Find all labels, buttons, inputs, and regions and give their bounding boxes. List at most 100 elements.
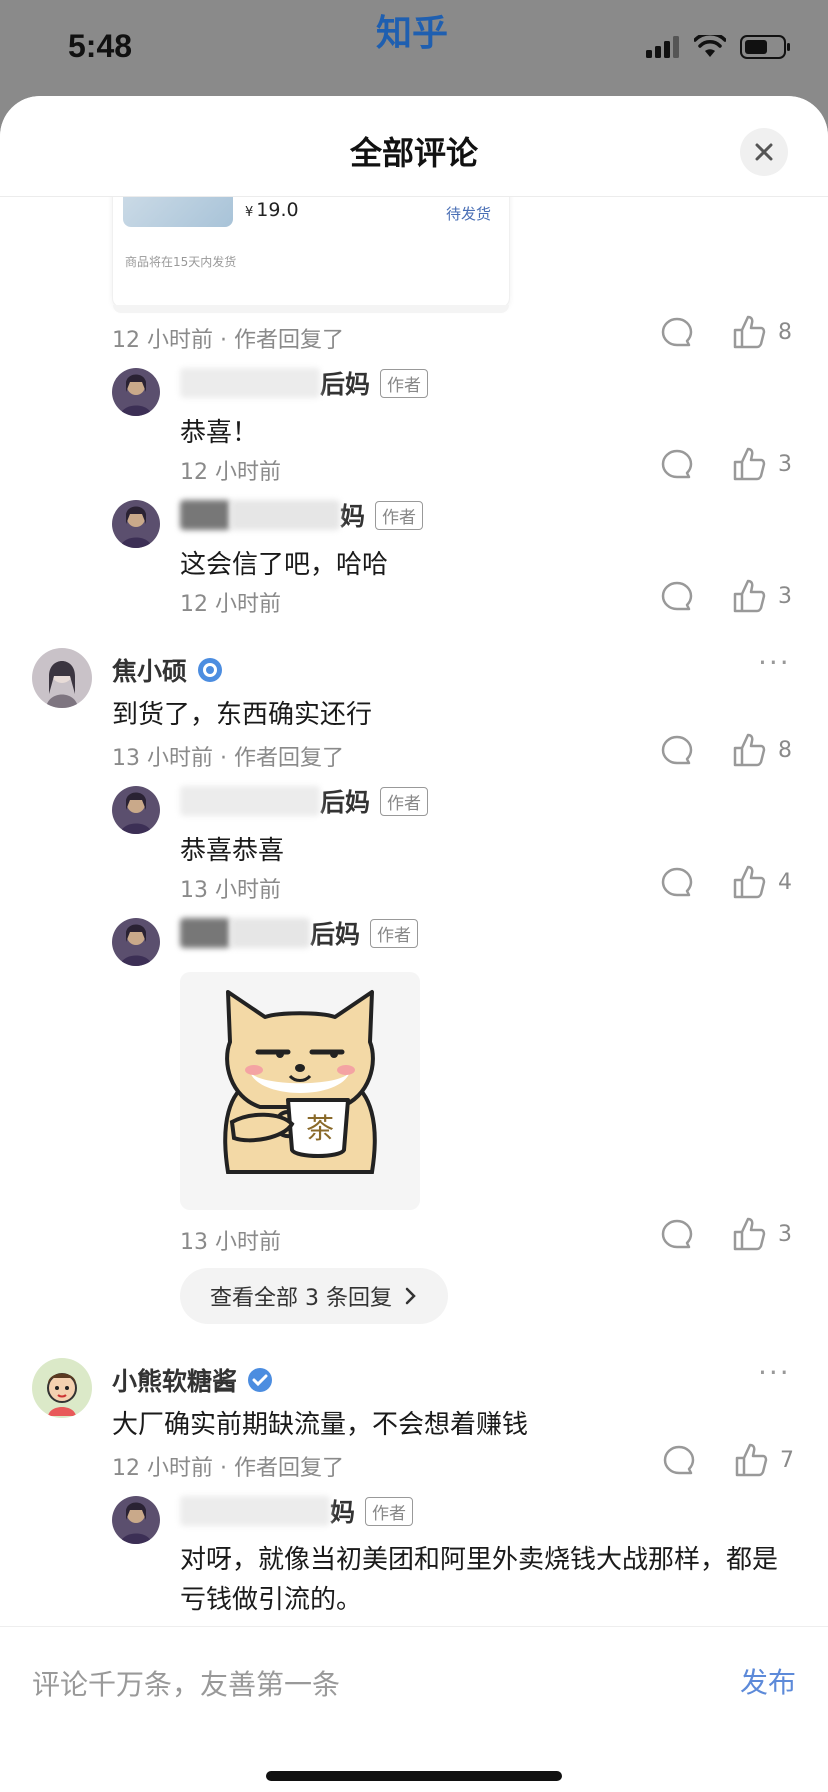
thumbs-up-icon	[733, 865, 766, 899]
thumbs-up-icon	[735, 1443, 768, 1477]
verified-badge-icon	[248, 1368, 273, 1392]
comment-bubble-icon	[663, 1445, 695, 1475]
reply-button[interactable]	[660, 316, 694, 350]
comment-input[interactable]: 评论千万条，友善第一条	[32, 1663, 340, 1703]
system-icons	[646, 34, 792, 60]
like-count: 3	[778, 1221, 792, 1247]
reply-author[interactable]: 妈 作者	[180, 1494, 414, 1528]
like-button[interactable]: 3	[732, 1216, 792, 1252]
avatar-image	[112, 368, 160, 416]
close-icon	[755, 143, 773, 161]
more-options-button[interactable]: ···	[758, 1356, 791, 1389]
publish-button[interactable]: 发布	[740, 1661, 796, 1701]
like-count: 3	[778, 583, 792, 609]
comment-bubble-icon	[661, 867, 693, 897]
view-all-replies-button[interactable]: 查看全部 3 条回复	[180, 1268, 448, 1324]
order-card[interactable]: ¥19.0 待发货 商品将在15天内发货	[112, 196, 510, 313]
thumbs-up-icon	[733, 1217, 766, 1251]
product-thumbnail	[123, 196, 233, 227]
comments-sheet: 全部评论 ¥19.0 待发货 商品将在15天内发货 12 小时前 · 作者回复了…	[0, 96, 828, 1792]
avatar-image	[32, 1358, 92, 1418]
home-indicator[interactable]	[266, 1771, 562, 1781]
reply-button[interactable]	[660, 448, 694, 482]
svg-text:茶: 茶	[306, 1112, 334, 1145]
like-button[interactable]: 8	[732, 314, 792, 350]
author-badge: 作者	[380, 786, 429, 816]
verified-badge-icon	[198, 658, 223, 682]
avatar-image	[112, 1496, 160, 1544]
comment-bubble-icon	[661, 581, 693, 611]
reply-button[interactable]	[662, 1444, 696, 1478]
like-button[interactable]: 3	[732, 578, 792, 614]
reply-author[interactable]: 后妈 作者	[180, 366, 429, 400]
avatar[interactable]	[112, 918, 160, 966]
avatar[interactable]	[112, 1496, 160, 1544]
avatar-image	[32, 648, 92, 708]
thumbs-up-icon	[733, 315, 766, 349]
comment-bubble-icon	[661, 449, 693, 479]
order-price: ¥19.0	[245, 199, 299, 221]
like-button[interactable]: 7	[734, 1442, 794, 1478]
avatar[interactable]	[112, 786, 160, 834]
like-button[interactable]: 8	[732, 732, 792, 768]
sheet-title: 全部评论	[349, 134, 478, 172]
like-count: 8	[778, 319, 792, 345]
reply-author[interactable]: 后妈 作者	[180, 784, 429, 818]
like-count: 3	[778, 451, 792, 477]
author-badge: 作者	[375, 500, 424, 530]
comment-author[interactable]: 小熊软糖酱	[112, 1362, 273, 1398]
app-brand: 知乎	[376, 13, 449, 54]
avatar-image	[112, 500, 160, 548]
reply-text: 恭喜恭喜	[180, 836, 285, 866]
reply-time: 12 小时前	[180, 460, 281, 485]
order-card-bottom	[113, 305, 509, 313]
reply-button[interactable]	[660, 1218, 694, 1252]
wifi-icon	[694, 35, 726, 57]
comment-meta: 12 小时前 · 作者回复了	[112, 328, 344, 353]
like-button[interactable]: 3	[732, 446, 792, 482]
author-badge: 作者	[365, 1496, 414, 1526]
order-note: 商品将在15天内发货	[125, 255, 237, 269]
reply-time: 13 小时前	[180, 878, 281, 903]
comment-list: ¥19.0 待发货 商品将在15天内发货 12 小时前 · 作者回复了 8 后妈…	[0, 196, 828, 1626]
comment-composer: 评论千万条，友善第一条 发布	[0, 1626, 828, 1792]
sticker-image[interactable]: 茶	[180, 972, 420, 1210]
like-count: 8	[778, 737, 792, 763]
comment-text: 大厂确实前期缺流量，不会想着赚钱	[112, 1410, 529, 1440]
reply-button[interactable]	[660, 580, 694, 614]
reply-author[interactable]: 后妈 作者	[180, 916, 419, 950]
reply-button[interactable]	[660, 866, 694, 900]
reply-time: 13 小时前	[180, 1230, 281, 1255]
battery-icon	[740, 35, 790, 59]
status-bar: 5:48 知乎	[0, 0, 828, 96]
close-button[interactable]	[740, 128, 788, 176]
order-status: 待发货	[445, 205, 491, 223]
avatar[interactable]	[112, 500, 160, 548]
sheet-header: 全部评论	[0, 96, 828, 197]
reply-button[interactable]	[660, 734, 694, 768]
thumbs-up-icon	[733, 579, 766, 613]
chevron-right-icon	[405, 1287, 416, 1305]
thumbs-up-icon	[733, 447, 766, 481]
avatar[interactable]	[32, 1358, 92, 1418]
author-badge: 作者	[380, 368, 429, 398]
reply-text: 对呀，就像当初美团和阿里外卖烧钱大战那样，都是亏钱做引流的。	[180, 1545, 779, 1615]
reply-text: 恭喜！	[180, 418, 259, 448]
avatar[interactable]	[32, 648, 92, 708]
comment-text: 到货了，东西确实还行	[112, 700, 373, 730]
like-count: 7	[780, 1447, 794, 1473]
shiba-tea-sticker: 茶	[223, 990, 377, 1174]
like-button[interactable]: 4	[732, 864, 792, 900]
reply-author[interactable]: 妈 作者	[180, 498, 424, 532]
avatar-image	[112, 786, 160, 834]
comment-bubble-icon	[661, 317, 693, 347]
comment-meta: 13 小时前 · 作者回复了	[112, 746, 344, 771]
comment-bubble-icon	[661, 735, 693, 765]
avatar[interactable]	[112, 368, 160, 416]
reply-time: 12 小时前	[180, 592, 281, 617]
comment-meta: 12 小时前 · 作者回复了	[112, 1456, 344, 1481]
avatar-image	[112, 918, 160, 966]
comment-author[interactable]: 焦小硕	[112, 652, 223, 688]
like-count: 4	[778, 869, 792, 895]
more-options-button[interactable]: ···	[758, 646, 791, 679]
